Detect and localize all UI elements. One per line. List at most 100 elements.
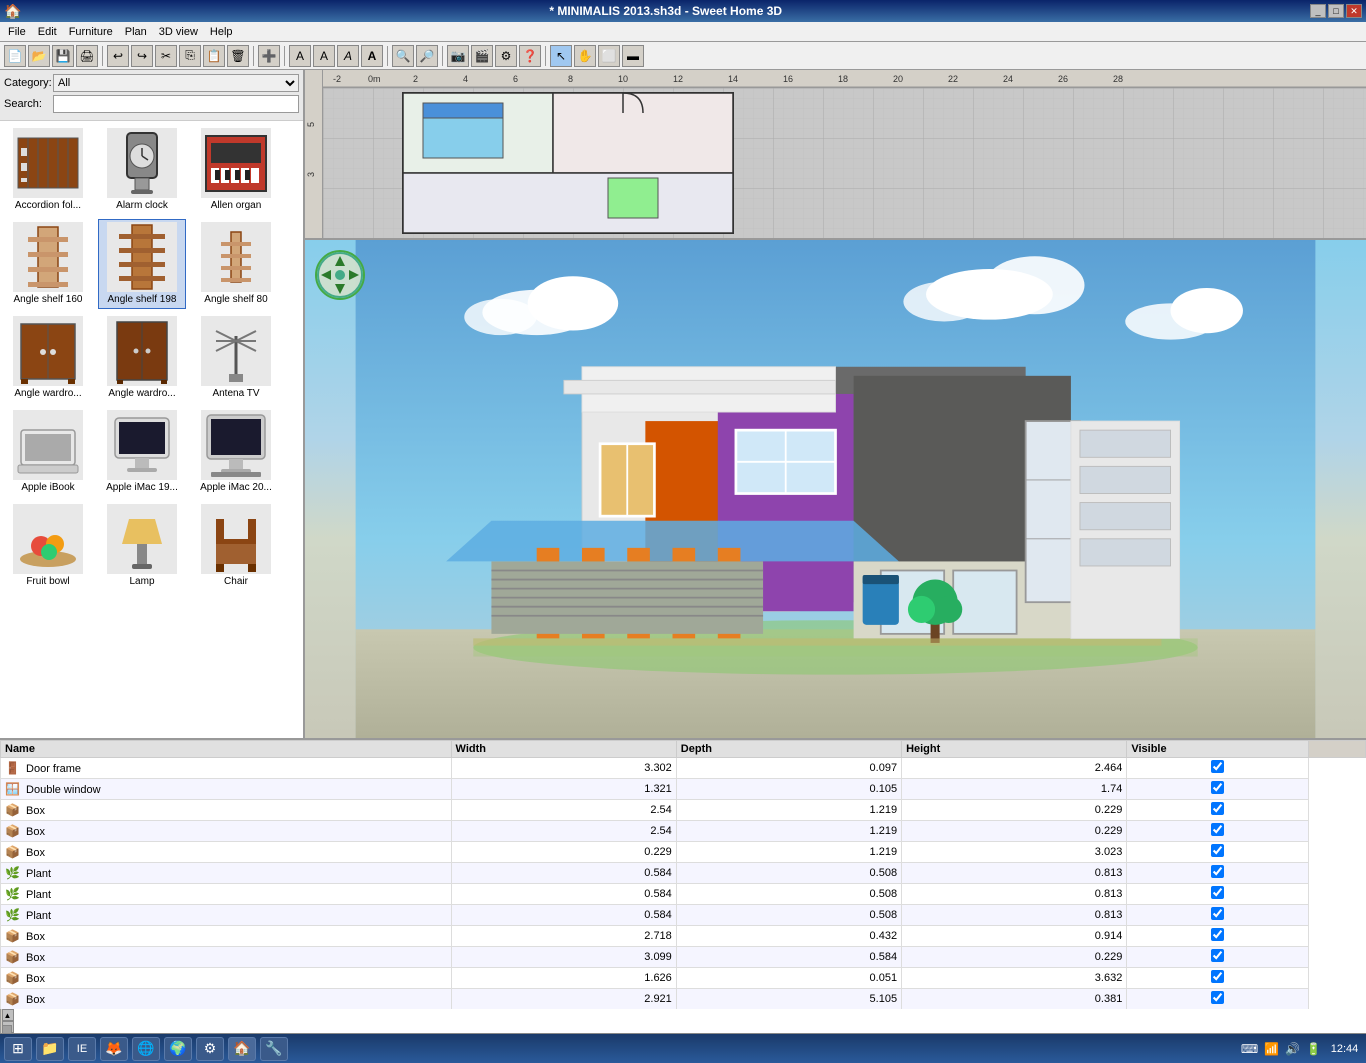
text-A1[interactable]: A	[289, 45, 311, 67]
table-row[interactable]: 📦 Box 2.718 0.432 0.914	[1, 926, 1366, 947]
taskbar-browser2[interactable]: 🌐	[132, 1037, 160, 1061]
menu-3dview[interactable]: 3D view	[153, 24, 204, 40]
taskbar-sweethome[interactable]: 🏠	[228, 1037, 256, 1061]
text-A4[interactable]: A	[361, 45, 383, 67]
taskbar-earth[interactable]: 🌍	[164, 1037, 192, 1061]
minimize-button[interactable]: _	[1310, 4, 1326, 18]
visible-checkbox-7[interactable]	[1211, 907, 1224, 920]
furniture-item-fruit[interactable]: Fruit bowl	[4, 501, 92, 591]
pan-tool[interactable]: ✋	[574, 45, 596, 67]
paste-button[interactable]: 📋	[203, 45, 225, 67]
help-btn[interactable]: ❓	[519, 45, 541, 67]
furniture-item-accordion[interactable]: Accordion fol...	[4, 125, 92, 215]
text-A3[interactable]: A	[337, 45, 359, 67]
table-row[interactable]: 📦 Box 0.229 1.219 3.023	[1, 842, 1366, 863]
floorplan[interactable]: -2 0m 2 4 6 8 10 12 14 16 18 20 22 24 26…	[305, 70, 1366, 240]
close-button[interactable]: ✕	[1346, 4, 1362, 18]
zoom-in-button[interactable]: 🔍	[392, 45, 414, 67]
visible-checkbox-2[interactable]	[1211, 802, 1224, 815]
open-button[interactable]: 📂	[28, 45, 50, 67]
row-visible-10[interactable]	[1127, 968, 1308, 989]
table-row[interactable]: 🚪 Door frame 3.302 0.097 2.464	[1, 758, 1366, 779]
row-visible-1[interactable]	[1127, 779, 1308, 800]
taskbar-browser1[interactable]: IE	[68, 1037, 96, 1061]
furniture-item-clock[interactable]: Alarm clock	[98, 125, 186, 215]
table-row[interactable]: 📦 Box 2.54 1.219 0.229	[1, 821, 1366, 842]
furniture-item-ibook[interactable]: Apple iBook	[4, 407, 92, 497]
row-visible-8[interactable]	[1127, 926, 1308, 947]
print-button[interactable]: 🖨	[76, 45, 98, 67]
photo-button[interactable]: 📷	[447, 45, 469, 67]
taskbar-folder[interactable]: 📁	[36, 1037, 64, 1061]
row-visible-11[interactable]	[1127, 989, 1308, 1010]
table-row[interactable]: 📦 Box 3.099 0.584 0.229	[1, 947, 1366, 968]
select-tool[interactable]: ↖	[550, 45, 572, 67]
video-button[interactable]: 🎬	[471, 45, 493, 67]
visible-checkbox-10[interactable]	[1211, 970, 1224, 983]
maximize-button[interactable]: □	[1328, 4, 1344, 18]
visible-checkbox-9[interactable]	[1211, 949, 1224, 962]
new-button[interactable]: 📄	[4, 45, 26, 67]
table-row[interactable]: 🌿 Plant 0.584 0.508 0.813	[1, 905, 1366, 926]
taskbar-settings[interactable]: ⚙	[196, 1037, 224, 1061]
menu-edit[interactable]: Edit	[32, 24, 63, 40]
visible-checkbox-1[interactable]	[1211, 781, 1224, 794]
row-visible-4[interactable]	[1127, 842, 1308, 863]
search-input[interactable]	[53, 95, 299, 113]
preferences-button[interactable]: ⚙	[495, 45, 517, 67]
furniture-item-shelf160[interactable]: Angle shelf 160	[4, 219, 92, 309]
add-furniture-button[interactable]: ➕	[258, 45, 280, 67]
taskbar-extra[interactable]: 🔧	[260, 1037, 288, 1061]
copy-button[interactable]: ⎘	[179, 45, 201, 67]
titlebar-controls[interactable]: _ □ ✕	[1310, 4, 1362, 18]
furniture-item-imac19[interactable]: Apple iMac 19...	[98, 407, 186, 497]
menu-plan[interactable]: Plan	[119, 24, 153, 40]
scroll-up-button[interactable]: ▲	[2, 1009, 14, 1021]
zoom-out-button[interactable]: 🔎	[416, 45, 438, 67]
visible-checkbox-3[interactable]	[1211, 823, 1224, 836]
visible-checkbox-11[interactable]	[1211, 991, 1224, 1004]
navigation-control[interactable]	[315, 250, 365, 300]
vertical-scrollbar[interactable]: ▲ ▼	[0, 1009, 14, 1033]
row-visible-5[interactable]	[1127, 863, 1308, 884]
table-row[interactable]: 📦 Box 2.921 5.105 0.381	[1, 989, 1366, 1010]
row-visible-0[interactable]	[1127, 758, 1308, 779]
furniture-item-wardrobe2[interactable]: Angle wardro...	[98, 313, 186, 403]
table-row[interactable]: 📦 Box 2.54 1.219 0.229	[1, 800, 1366, 821]
taskbar-firefox[interactable]: 🦊	[100, 1037, 128, 1061]
visible-checkbox-6[interactable]	[1211, 886, 1224, 899]
furniture-item-lamp[interactable]: Lamp	[98, 501, 186, 591]
save-button[interactable]: 💾	[52, 45, 74, 67]
furniture-item-imac20[interactable]: Apple iMac 20...	[192, 407, 280, 497]
visible-checkbox-5[interactable]	[1211, 865, 1224, 878]
furniture-item-shelf198[interactable]: Angle shelf 198	[98, 219, 186, 309]
3d-view[interactable]	[305, 240, 1366, 738]
delete-button[interactable]: 🗑	[227, 45, 249, 67]
row-visible-3[interactable]	[1127, 821, 1308, 842]
furniture-item-wardrobe1[interactable]: Angle wardro...	[4, 313, 92, 403]
scroll-thumb[interactable]	[2, 1025, 12, 1033]
redo-button[interactable]: ↪	[131, 45, 153, 67]
menu-help[interactable]: Help	[204, 24, 239, 40]
visible-checkbox-0[interactable]	[1211, 760, 1224, 773]
furniture-item-shelf80[interactable]: Angle shelf 80	[192, 219, 280, 309]
visible-checkbox-8[interactable]	[1211, 928, 1224, 941]
room-tool[interactable]: ⬜	[598, 45, 620, 67]
row-visible-7[interactable]	[1127, 905, 1308, 926]
start-button[interactable]: ⊞	[4, 1037, 32, 1061]
row-visible-6[interactable]	[1127, 884, 1308, 905]
menu-furniture[interactable]: Furniture	[63, 24, 119, 40]
table-row[interactable]: 📦 Box 1.626 0.051 3.632	[1, 968, 1366, 989]
furniture-item-organ[interactable]: Allen organ	[192, 125, 280, 215]
table-row[interactable]: 🪟 Double window 1.321 0.105 1.74	[1, 779, 1366, 800]
category-select[interactable]: All	[53, 74, 299, 92]
table-row[interactable]: 🌿 Plant 0.584 0.508 0.813	[1, 884, 1366, 905]
menu-file[interactable]: File	[2, 24, 32, 40]
cut-button[interactable]: ✂	[155, 45, 177, 67]
visible-checkbox-4[interactable]	[1211, 844, 1224, 857]
furniture-item-chair[interactable]: Chair	[192, 501, 280, 591]
wall-tool[interactable]: ▬	[622, 45, 644, 67]
undo-button[interactable]: ↩	[107, 45, 129, 67]
row-visible-2[interactable]	[1127, 800, 1308, 821]
floorplan-canvas[interactable]	[323, 88, 1366, 238]
